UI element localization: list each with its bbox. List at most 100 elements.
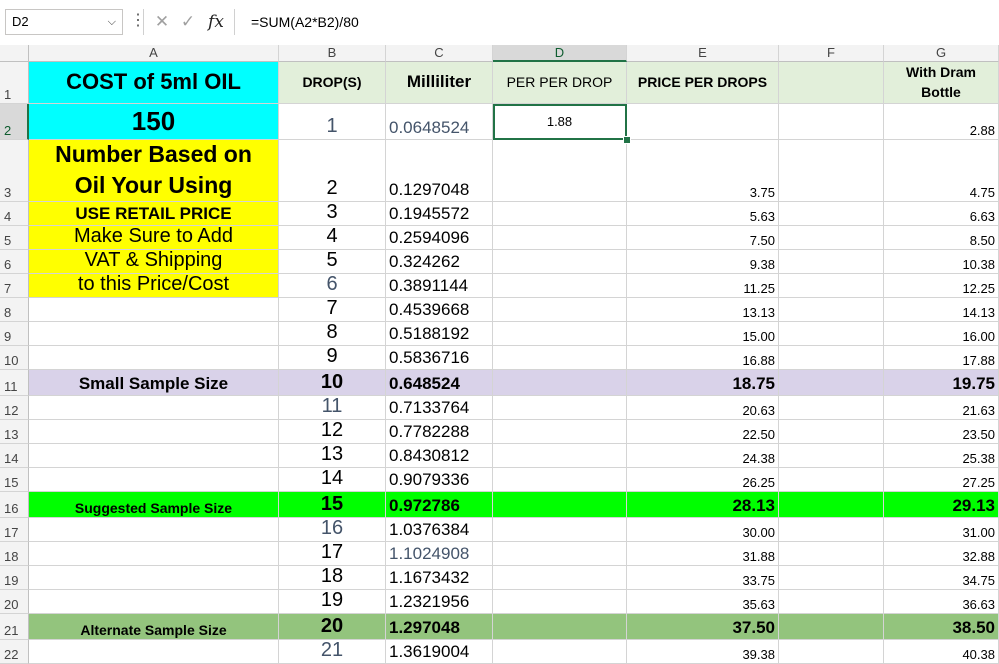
cell-d13[interactable] <box>493 420 627 444</box>
row-header-16[interactable]: 16 <box>0 492 29 518</box>
cell-a22[interactable] <box>29 640 279 664</box>
cell-b5[interactable]: 4 <box>279 226 386 250</box>
cell-a21[interactable]: Alternate Sample Size <box>29 614 279 640</box>
cell-d1-header[interactable]: PER PER DROP <box>493 62 627 104</box>
cell-c3[interactable]: 0.1297048 <box>386 140 493 202</box>
cell-e1-header[interactable]: PRICE PER DROPS <box>627 62 779 104</box>
cell-a17[interactable] <box>29 518 279 542</box>
cell-e15[interactable]: 26.25 <box>627 468 779 492</box>
cell-c6[interactable]: 0.324262 <box>386 250 493 274</box>
cell-g20[interactable]: 36.63 <box>884 590 999 614</box>
cell-g10[interactable]: 17.88 <box>884 346 999 370</box>
cell-c11[interactable]: 0.648524 <box>386 370 493 396</box>
cell-f3[interactable] <box>779 140 884 202</box>
enter-icon[interactable]: ✓ <box>176 9 200 35</box>
cell-b8[interactable]: 7 <box>279 298 386 322</box>
cell-b3[interactable]: 2 <box>279 140 386 202</box>
cell-e6[interactable]: 9.38 <box>627 250 779 274</box>
cell-g5[interactable]: 8.50 <box>884 226 999 250</box>
fill-handle[interactable] <box>623 136 631 144</box>
cell-e22[interactable]: 39.38 <box>627 640 779 664</box>
column-header-e[interactable]: E <box>627 45 779 62</box>
row-header-15[interactable]: 15 <box>0 468 29 492</box>
cell-e20[interactable]: 35.63 <box>627 590 779 614</box>
cell-g19[interactable]: 34.75 <box>884 566 999 590</box>
cell-d19[interactable] <box>493 566 627 590</box>
row-header-22[interactable]: 22 <box>0 640 29 664</box>
cell-b22[interactable]: 21 <box>279 640 386 664</box>
cell-c22[interactable]: 1.3619004 <box>386 640 493 664</box>
cell-c18[interactable]: 1.1024908 <box>386 542 493 566</box>
row-header-17[interactable]: 17 <box>0 518 29 542</box>
cell-g1-header[interactable]: With Dram Bottle <box>884 62 999 104</box>
cell-g13[interactable]: 23.50 <box>884 420 999 444</box>
cell-c7[interactable]: 0.3891144 <box>386 274 493 298</box>
cell-g17[interactable]: 31.00 <box>884 518 999 542</box>
cell-f13[interactable] <box>779 420 884 444</box>
cell-c12[interactable]: 0.7133764 <box>386 396 493 420</box>
column-header-c[interactable]: C <box>386 45 493 62</box>
column-header-d[interactable]: D <box>493 45 627 62</box>
cell-a20[interactable] <box>29 590 279 614</box>
cell-f22[interactable] <box>779 640 884 664</box>
cell-e3[interactable]: 3.75 <box>627 140 779 202</box>
cell-g21[interactable]: 38.50 <box>884 614 999 640</box>
cell-g3[interactable]: 4.75 <box>884 140 999 202</box>
cell-g15[interactable]: 27.25 <box>884 468 999 492</box>
cell-a10[interactable] <box>29 346 279 370</box>
row-header-5[interactable]: 5 <box>0 226 29 250</box>
column-header-a[interactable]: A <box>29 45 279 62</box>
column-header-b[interactable]: B <box>279 45 386 62</box>
cell-g16[interactable]: 29.13 <box>884 492 999 518</box>
row-header-14[interactable]: 14 <box>0 444 29 468</box>
cell-a15[interactable] <box>29 468 279 492</box>
cell-c5[interactable]: 0.2594096 <box>386 226 493 250</box>
cell-e2[interactable] <box>627 104 779 140</box>
cell-a7-note[interactable]: to this Price/Cost <box>29 274 279 298</box>
row-header-8[interactable]: 8 <box>0 298 29 322</box>
row-header-12[interactable]: 12 <box>0 396 29 420</box>
more-options-icon[interactable]: ⋮ <box>130 9 146 35</box>
cell-c20[interactable]: 1.2321956 <box>386 590 493 614</box>
cell-e10[interactable]: 16.88 <box>627 346 779 370</box>
cell-d18[interactable] <box>493 542 627 566</box>
row-header-20[interactable]: 20 <box>0 590 29 614</box>
cell-a3-note[interactable]: Number Based on Oil Your Using <box>29 140 279 202</box>
column-header-g[interactable]: G <box>884 45 999 62</box>
cell-c19[interactable]: 1.1673432 <box>386 566 493 590</box>
cell-b19[interactable]: 18 <box>279 566 386 590</box>
cell-f4[interactable] <box>779 202 884 226</box>
cell-b9[interactable]: 8 <box>279 322 386 346</box>
cell-c8[interactable]: 0.4539668 <box>386 298 493 322</box>
cell-g18[interactable]: 32.88 <box>884 542 999 566</box>
cell-e21[interactable]: 37.50 <box>627 614 779 640</box>
cell-d12[interactable] <box>493 396 627 420</box>
chevron-down-icon[interactable]: ⌵ <box>108 10 116 34</box>
cell-g22[interactable]: 40.38 <box>884 640 999 664</box>
cell-d20[interactable] <box>493 590 627 614</box>
cell-e9[interactable]: 15.00 <box>627 322 779 346</box>
cell-a16[interactable]: Suggested Sample Size <box>29 492 279 518</box>
cell-f15[interactable] <box>779 468 884 492</box>
cell-c1-header[interactable]: Milliliter <box>386 62 493 104</box>
cell-d9[interactable] <box>493 322 627 346</box>
cell-b6[interactable]: 5 <box>279 250 386 274</box>
cell-c2[interactable]: 0.0648524 <box>386 104 493 140</box>
cell-d4[interactable] <box>493 202 627 226</box>
cell-c4[interactable]: 0.1945572 <box>386 202 493 226</box>
row-header-19[interactable]: 19 <box>0 566 29 590</box>
cell-b15[interactable]: 14 <box>279 468 386 492</box>
cell-g8[interactable]: 14.13 <box>884 298 999 322</box>
cell-e19[interactable]: 33.75 <box>627 566 779 590</box>
cell-e14[interactable]: 24.38 <box>627 444 779 468</box>
row-header-2[interactable]: 2 <box>0 104 29 140</box>
cell-d10[interactable] <box>493 346 627 370</box>
cell-g7[interactable]: 12.25 <box>884 274 999 298</box>
cell-c21[interactable]: 1.297048 <box>386 614 493 640</box>
cell-f14[interactable] <box>779 444 884 468</box>
cell-d6[interactable] <box>493 250 627 274</box>
cell-g14[interactable]: 25.38 <box>884 444 999 468</box>
cell-f5[interactable] <box>779 226 884 250</box>
cell-b2[interactable]: 1 <box>279 104 386 140</box>
cell-b7[interactable]: 6 <box>279 274 386 298</box>
